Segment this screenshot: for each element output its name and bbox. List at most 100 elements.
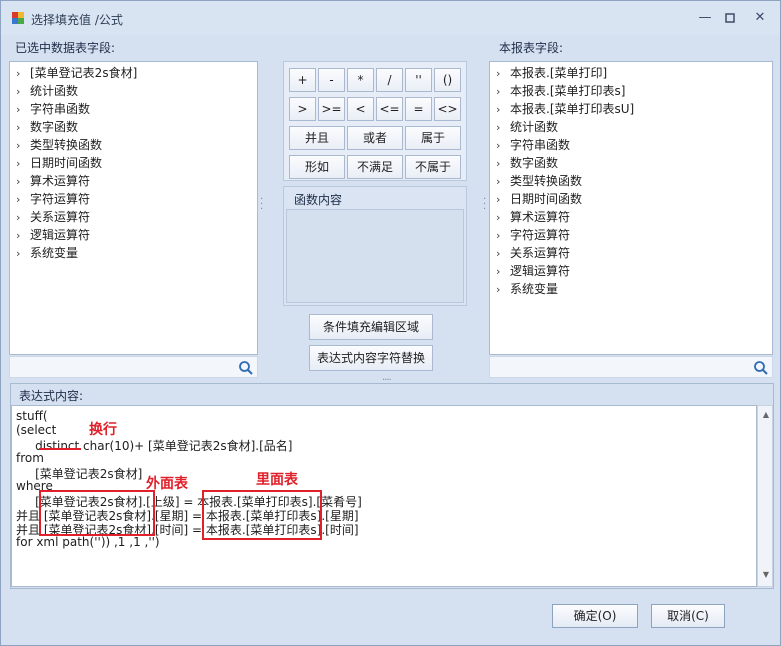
list-item[interactable]: › 数字函数 bbox=[10, 118, 257, 136]
list-item[interactable]: › 字符串函数 bbox=[490, 136, 772, 154]
op-eq-button[interactable]: = bbox=[405, 97, 432, 121]
close-icon[interactable]: ✕ bbox=[751, 10, 769, 26]
op-plus-button[interactable]: + bbox=[289, 68, 316, 92]
list-item-label: 本报表.[菜单打印表sU] bbox=[510, 102, 635, 116]
op-like-button[interactable]: 形如 bbox=[289, 155, 345, 179]
list-item[interactable]: › 字符运算符 bbox=[10, 190, 257, 208]
list-item[interactable]: › 类型转换函数 bbox=[10, 136, 257, 154]
op-and-button[interactable]: 并且 bbox=[289, 126, 345, 150]
list-item-label: 统计函数 bbox=[30, 84, 79, 98]
op-lt-button[interactable]: < bbox=[347, 97, 374, 121]
list-item[interactable]: › 统计函数 bbox=[490, 118, 772, 136]
list-item[interactable]: › 本报表.[菜单打印表s] bbox=[490, 82, 772, 100]
left-search-bar[interactable] bbox=[9, 356, 258, 378]
cond-edit-button[interactable]: 条件填充编辑区域 bbox=[309, 314, 433, 340]
right-field-list[interactable]: › 本报表.[菜单打印] › 本报表.[菜单打印表s] › 本报表.[菜单打印表sU] › 统… bbox=[489, 61, 773, 355]
app-icon bbox=[12, 12, 24, 24]
expression-scrollbar[interactable]: ▲ ▼ bbox=[757, 405, 773, 587]
op-minus-button[interactable]: - bbox=[318, 68, 345, 92]
scroll-down-icon[interactable]: ▼ bbox=[761, 570, 771, 580]
chevron-right-icon[interactable]: › bbox=[16, 173, 30, 191]
expr-replace-button[interactable]: 表达式内容字符替换 bbox=[309, 345, 433, 371]
chevron-right-icon[interactable]: › bbox=[496, 119, 510, 137]
chevron-right-icon[interactable]: › bbox=[16, 119, 30, 137]
chevron-right-icon[interactable]: › bbox=[496, 101, 510, 119]
op-or-button[interactable]: 或者 bbox=[347, 126, 403, 150]
op-paren-button[interactable]: () bbox=[434, 68, 461, 92]
search-icon[interactable] bbox=[238, 360, 254, 376]
chevron-right-icon[interactable]: › bbox=[16, 209, 30, 227]
list-item-label: 本报表.[菜单打印表s] bbox=[510, 84, 626, 98]
chevron-right-icon[interactable]: › bbox=[496, 173, 510, 191]
right-splitter-handle[interactable]: · · · bbox=[483, 195, 486, 215]
list-item[interactable]: › 统计函数 bbox=[10, 82, 257, 100]
list-item-label: 类型转换函数 bbox=[510, 174, 583, 188]
left-field-list[interactable]: › [菜单登记表2s食材] › 统计函数 › 字符串函数 › 数字函数 › 类型转换函数 › 日期时间… bbox=[9, 61, 258, 355]
list-item[interactable]: › 逻辑运算符 bbox=[10, 226, 257, 244]
left-panel-label: 已选中数据表字段: bbox=[15, 41, 116, 55]
chevron-right-icon[interactable]: › bbox=[496, 245, 510, 263]
list-item[interactable]: › 关系运算符 bbox=[490, 244, 772, 262]
chevron-right-icon[interactable]: › bbox=[16, 65, 30, 83]
right-search-bar[interactable] bbox=[489, 356, 773, 378]
chevron-right-icon[interactable]: › bbox=[496, 263, 510, 281]
list-item[interactable]: › [菜单登记表2s食材] bbox=[10, 64, 257, 82]
list-item[interactable]: › 算术运算符 bbox=[490, 208, 772, 226]
chevron-right-icon[interactable]: › bbox=[16, 245, 30, 263]
op-quote-button[interactable]: '' bbox=[405, 68, 432, 92]
op-lte-button[interactable]: <= bbox=[376, 97, 403, 121]
chevron-right-icon[interactable]: › bbox=[16, 83, 30, 101]
list-item-label: 字符串函数 bbox=[30, 102, 91, 116]
list-item-label: 数字函数 bbox=[510, 156, 559, 170]
op-in-button[interactable]: 属于 bbox=[405, 126, 461, 150]
list-item[interactable]: › 系统变量 bbox=[10, 244, 257, 262]
function-content-group: 函数内容 bbox=[283, 186, 467, 306]
chevron-right-icon[interactable]: › bbox=[16, 227, 30, 245]
cancel-button[interactable]: 取消(C) bbox=[651, 604, 725, 628]
distinct-underline bbox=[39, 448, 81, 450]
list-item[interactable]: › 字符运算符 bbox=[490, 226, 772, 244]
list-item[interactable]: › 关系运算符 bbox=[10, 208, 257, 226]
chevron-right-icon[interactable]: › bbox=[16, 101, 30, 119]
chevron-right-icon[interactable]: › bbox=[496, 65, 510, 83]
chevron-right-icon[interactable]: › bbox=[496, 209, 510, 227]
op-multiply-button[interactable]: * bbox=[347, 68, 374, 92]
chevron-right-icon[interactable]: › bbox=[496, 83, 510, 101]
list-item[interactable]: › 本报表.[菜单打印] bbox=[490, 64, 772, 82]
list-item[interactable]: › 日期时间函数 bbox=[490, 190, 772, 208]
op-divide-button[interactable]: / bbox=[376, 68, 403, 92]
chevron-right-icon[interactable]: › bbox=[496, 191, 510, 209]
list-item[interactable]: › 系统变量 bbox=[490, 280, 772, 298]
minimize-icon[interactable]: — bbox=[696, 10, 714, 26]
expression-label: 表达式内容: bbox=[19, 389, 84, 403]
list-item[interactable]: › 日期时间函数 bbox=[10, 154, 257, 172]
chevron-right-icon[interactable]: › bbox=[496, 155, 510, 173]
chevron-right-icon[interactable]: › bbox=[496, 227, 510, 245]
maximize-icon[interactable] bbox=[721, 10, 739, 26]
list-item[interactable]: › 逻辑运算符 bbox=[490, 262, 772, 280]
list-item[interactable]: › 字符串函数 bbox=[10, 100, 257, 118]
list-item[interactable]: › 算术运算符 bbox=[10, 172, 257, 190]
list-item[interactable]: › 数字函数 bbox=[490, 154, 772, 172]
op-notin-button[interactable]: 不属于 bbox=[405, 155, 461, 179]
code-line: (select bbox=[16, 423, 57, 437]
chevron-right-icon[interactable]: › bbox=[16, 191, 30, 209]
op-gte-button[interactable]: >= bbox=[318, 97, 345, 121]
list-item-label: 字符运算符 bbox=[510, 228, 571, 242]
list-item-label: 逻辑运算符 bbox=[30, 228, 91, 242]
chevron-right-icon[interactable]: › bbox=[496, 281, 510, 299]
ok-button[interactable]: 确定(O) bbox=[552, 604, 638, 628]
scroll-up-icon[interactable]: ▲ bbox=[761, 410, 771, 420]
code-line: for xml path('')) ,1 ,1 ,'') bbox=[16, 535, 160, 549]
chevron-right-icon[interactable]: › bbox=[496, 137, 510, 155]
op-gt-button[interactable]: > bbox=[289, 97, 316, 121]
list-item[interactable]: › 类型转换函数 bbox=[490, 172, 772, 190]
list-item[interactable]: › 本报表.[菜单打印表sU] bbox=[490, 100, 772, 118]
op-not-button[interactable]: 不满足 bbox=[347, 155, 403, 179]
left-splitter-handle[interactable]: · · · bbox=[260, 195, 263, 215]
chevron-right-icon[interactable]: › bbox=[16, 137, 30, 155]
chevron-right-icon[interactable]: › bbox=[16, 155, 30, 173]
list-item-label: 系统变量 bbox=[510, 282, 559, 296]
op-neq-button[interactable]: <> bbox=[434, 97, 461, 121]
search-icon[interactable] bbox=[753, 360, 769, 376]
